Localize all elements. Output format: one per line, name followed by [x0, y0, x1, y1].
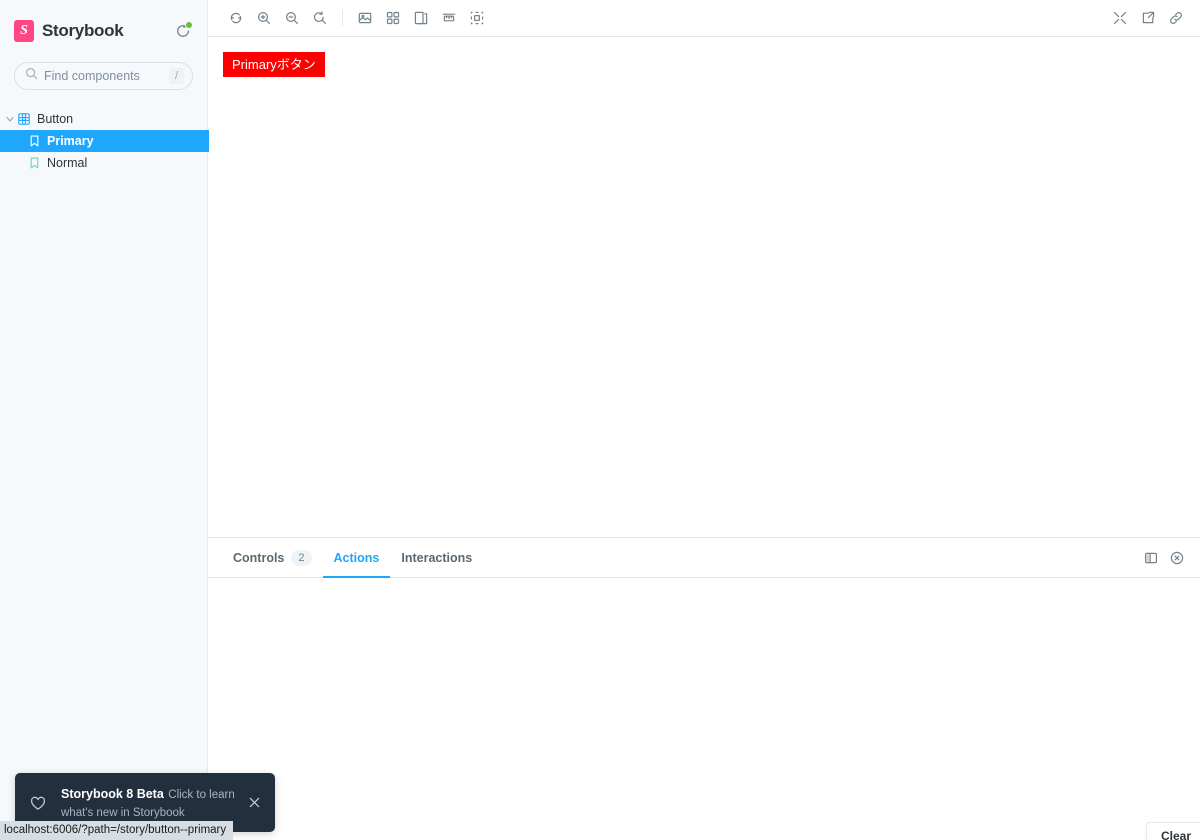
update-badge-dot [185, 21, 193, 29]
panel-layout-icon[interactable] [1138, 545, 1164, 571]
main-area: Primaryボタン Controls 2 Actions Interactio… [208, 0, 1200, 840]
toolbar-divider [342, 10, 343, 26]
chevron-down-icon[interactable] [4, 115, 16, 123]
component-tree: Button Primary Normal [0, 108, 209, 174]
close-circle-icon[interactable] [1164, 545, 1190, 571]
story-primary-button[interactable]: Primaryボタン [223, 52, 325, 77]
zoom-reset-button[interactable] [306, 5, 334, 31]
sidebar: Storybook / [0, 0, 209, 840]
story-bookmark-icon [26, 157, 42, 169]
tree-item-label: Normal [47, 156, 88, 170]
sidebar-item-primary[interactable]: Primary [0, 130, 209, 152]
controls-count-badge: 2 [291, 549, 312, 566]
storybook-app: Storybook / [0, 0, 1200, 840]
remount-button[interactable] [222, 5, 250, 31]
outline-button[interactable] [463, 5, 491, 31]
toast-text: Storybook 8 Beta Click to learn what's n… [61, 785, 245, 821]
story-bookmark-icon [26, 135, 42, 147]
tab-interactions[interactable]: Interactions [390, 538, 483, 578]
zoom-out-button[interactable] [278, 5, 306, 31]
grid-button[interactable] [379, 5, 407, 31]
copy-link-button[interactable] [1162, 5, 1190, 31]
tree-item-label: Primary [47, 134, 94, 148]
storybook-logo-icon[interactable] [14, 20, 34, 42]
tree-item-label: Button [37, 112, 74, 126]
status-bar-url: localhost:6006/?path=/story/button--prim… [0, 821, 234, 840]
component-grid-icon [16, 113, 32, 125]
sidebar-header: Storybook [0, 0, 207, 62]
search-shortcut-key: / [168, 68, 184, 84]
toast-close-icon[interactable] [245, 796, 263, 809]
clear-button[interactable]: Clear [1145, 822, 1200, 840]
measure-button[interactable] [435, 5, 463, 31]
search-input[interactable] [44, 69, 169, 83]
zoom-in-button[interactable] [250, 5, 278, 31]
story-canvas: Primaryボタン [208, 37, 1200, 537]
background-button[interactable] [351, 5, 379, 31]
addon-panel-body: Clear [208, 578, 1200, 840]
addon-panel: Controls 2 Actions Interactions Clear [208, 537, 1200, 840]
tab-label: Interactions [401, 550, 473, 565]
addon-panel-tabs: Controls 2 Actions Interactions [208, 538, 1200, 579]
sidebar-item-normal[interactable]: Normal [0, 152, 207, 174]
search-box[interactable]: / [14, 62, 193, 90]
app-title: Storybook [42, 21, 124, 40]
fullscreen-button[interactable] [1106, 5, 1134, 31]
tab-label: Actions [333, 550, 380, 565]
tab-controls[interactable]: Controls 2 [222, 538, 323, 578]
search-icon [25, 67, 38, 85]
tab-label: Controls [233, 550, 285, 565]
selection-indicator [191, 130, 209, 152]
addon-panel-actions [1138, 545, 1190, 571]
heart-icon [29, 794, 49, 812]
canvas-toolbar [208, 0, 1200, 37]
tab-actions[interactable]: Actions [322, 538, 391, 579]
open-new-tab-button[interactable] [1134, 5, 1162, 31]
tree-item-button-component[interactable]: Button [0, 108, 207, 130]
update-available-icon[interactable] [173, 21, 193, 41]
toast-title: Storybook 8 Beta [61, 786, 164, 801]
search-container: / [0, 62, 207, 90]
viewport-button[interactable] [407, 5, 435, 31]
